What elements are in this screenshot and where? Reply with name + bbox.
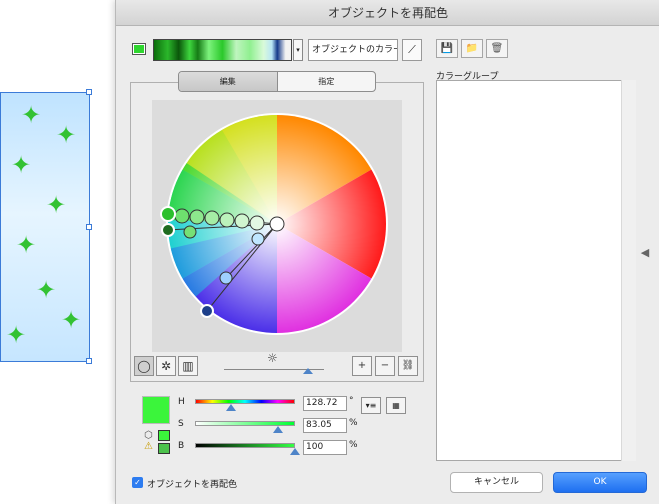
leaf-graphic: ✦ bbox=[16, 231, 37, 259]
selection-handle[interactable] bbox=[86, 358, 92, 364]
leaf-graphic: ✦ bbox=[11, 151, 32, 179]
save-group-button[interactable]: 💾 bbox=[436, 39, 458, 58]
leaf-graphic: ✦ bbox=[36, 276, 57, 304]
hue-unit: ° bbox=[349, 396, 354, 406]
web-safe-cube-icon: ⬡ bbox=[144, 430, 153, 441]
color-mode-menu-button[interactable]: ▾≡ bbox=[361, 397, 381, 414]
leaf-graphic: ✦ bbox=[6, 321, 27, 349]
save-icon: 💾 bbox=[440, 43, 454, 54]
delete-group-button[interactable]: 🗑 bbox=[486, 39, 508, 58]
hue-slider-thumb[interactable] bbox=[226, 404, 236, 411]
brightness-unit: % bbox=[349, 440, 358, 450]
hue-slider-track[interactable] bbox=[195, 399, 295, 404]
brightness-icon: ☼ bbox=[267, 351, 278, 365]
brightness-channel-thumb[interactable] bbox=[290, 448, 300, 455]
brightness-slider-thumb[interactable] bbox=[303, 368, 313, 374]
tab-bar: 編集 指定 bbox=[178, 71, 376, 92]
dialog-title: オブジェクトを再配色 bbox=[116, 0, 659, 26]
color-groups-scrollbar[interactable] bbox=[621, 80, 636, 461]
saturation-unit: % bbox=[349, 418, 358, 428]
color-groups-list[interactable] bbox=[436, 80, 636, 461]
new-folder-icon: 📁 bbox=[465, 43, 479, 54]
recolor-art-label: オブジェクトを再配色 bbox=[147, 480, 238, 490]
color-bars-button[interactable]: ▥ bbox=[178, 356, 198, 376]
selection-handle[interactable] bbox=[86, 89, 92, 95]
color-group-name-field[interactable]: オブジェクトのカラー bbox=[308, 39, 398, 61]
recolor-dialog: オブジェクトを再配色 ▾ オブジェクトのカラー ⟋ 💾 📁 🗑 カラーグループ … bbox=[115, 0, 659, 504]
tab-edit[interactable]: 編集 bbox=[179, 72, 278, 91]
gamut-swatch[interactable] bbox=[158, 443, 170, 454]
color-library-button[interactable]: ▦ bbox=[386, 397, 406, 414]
get-colors-button[interactable]: ⟋ bbox=[402, 39, 422, 61]
brightness-value-field[interactable]: 100 bbox=[303, 440, 347, 455]
new-group-button[interactable]: 📁 bbox=[461, 39, 483, 58]
brightness-label: B bbox=[178, 441, 185, 451]
selection-handle[interactable] bbox=[86, 224, 92, 230]
color-group-swatch[interactable] bbox=[132, 43, 146, 55]
smooth-wheel-button[interactable]: ◯ bbox=[134, 356, 154, 376]
leaf-graphic: ✦ bbox=[56, 121, 77, 149]
tab-assign[interactable]: 指定 bbox=[278, 72, 376, 91]
current-color-swatch[interactable] bbox=[142, 396, 170, 424]
recolor-art-checkbox[interactable]: ✓ bbox=[132, 477, 143, 488]
color-wheel[interactable] bbox=[152, 100, 402, 352]
link-harmony-button[interactable]: ⛓ bbox=[398, 356, 418, 376]
web-safe-swatch[interactable] bbox=[158, 430, 170, 441]
selected-artwork[interactable]: ✦ ✦ ✦ ✦ ✦ ✦ ✦ ✦ bbox=[0, 92, 90, 362]
cancel-button[interactable]: キャンセル bbox=[450, 472, 543, 493]
saturation-label: S bbox=[178, 419, 184, 429]
saturation-slider-thumb[interactable] bbox=[273, 426, 283, 433]
add-color-tool-button[interactable]: + bbox=[352, 356, 372, 376]
trash-icon: 🗑 bbox=[490, 43, 504, 54]
collapse-panel-icon[interactable]: ◀ bbox=[640, 244, 650, 262]
color-bar-dropdown-button[interactable]: ▾ bbox=[293, 39, 303, 61]
color-bar[interactable] bbox=[153, 39, 292, 61]
hue-value-field[interactable]: 128.72 bbox=[303, 396, 347, 411]
leaf-graphic: ✦ bbox=[61, 306, 82, 334]
ok-button[interactable]: OK bbox=[553, 472, 647, 493]
remove-color-tool-button[interactable]: − bbox=[375, 356, 395, 376]
leaf-graphic: ✦ bbox=[46, 191, 67, 219]
segmented-wheel-button[interactable]: ✲ bbox=[156, 356, 176, 376]
leaf-graphic: ✦ bbox=[21, 101, 42, 129]
out-of-gamut-warning-icon[interactable]: ⚠ bbox=[144, 441, 153, 452]
hue-label: H bbox=[178, 397, 185, 407]
brightness-channel-track[interactable] bbox=[195, 443, 295, 448]
saturation-value-field[interactable]: 83.05 bbox=[303, 418, 347, 433]
